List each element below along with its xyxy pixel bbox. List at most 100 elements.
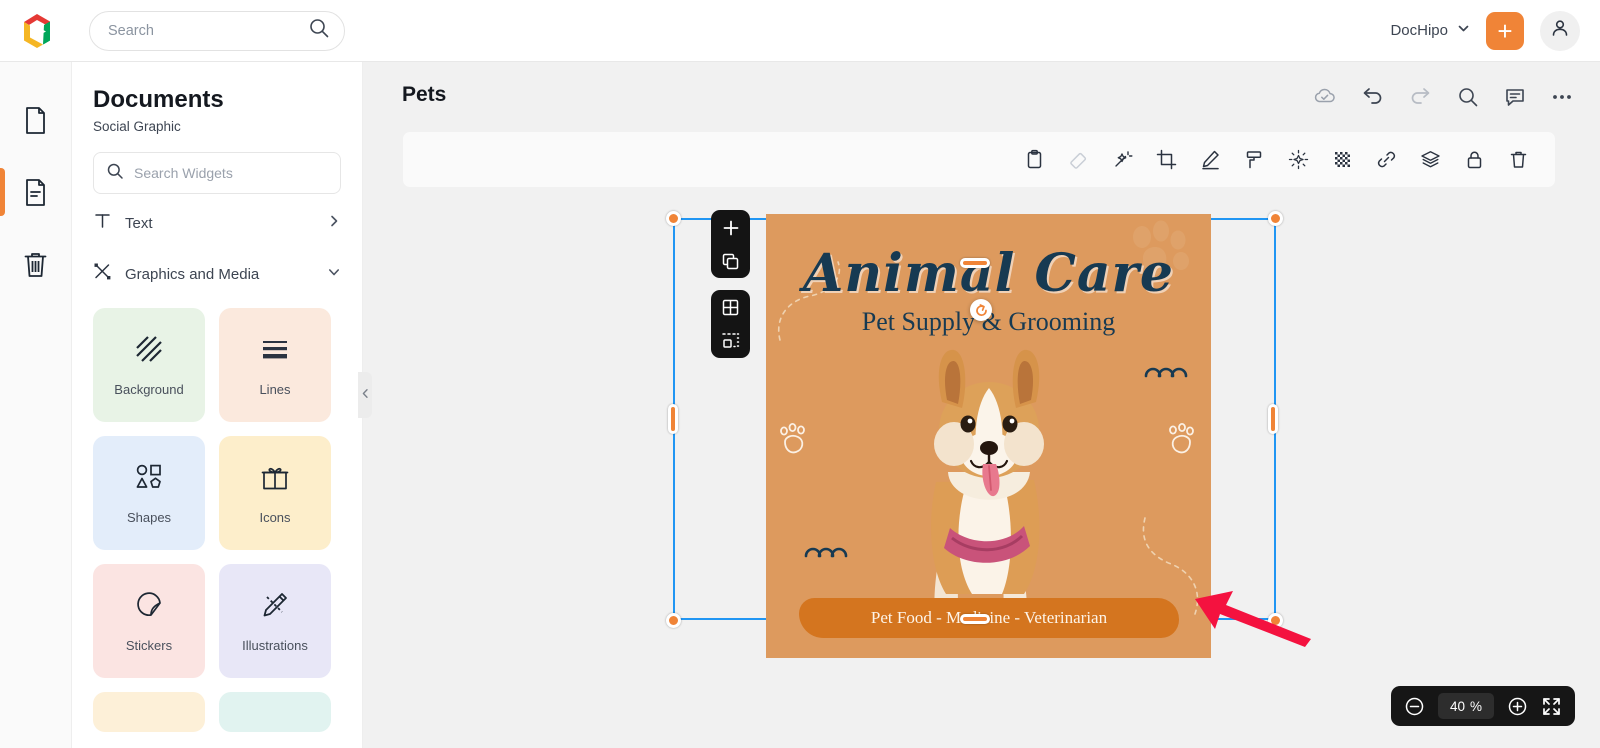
widget-card-background[interactable]: Background (93, 308, 205, 422)
left-icon-rail (0, 62, 72, 748)
brightness-icon[interactable] (1288, 149, 1309, 170)
panel-subtitle: Social Graphic (93, 119, 181, 134)
eraser-icon[interactable] (1068, 149, 1089, 170)
design-title: Animal Care (802, 243, 1175, 304)
design-artboard[interactable]: Animal Care Pet Supply & Grooming Pet Fo… (766, 214, 1211, 658)
comment-icon[interactable] (1503, 85, 1527, 109)
zoom-unit: % (1470, 698, 1483, 714)
paw-print-outline-left (780, 423, 805, 454)
handle-top-left[interactable] (666, 211, 681, 226)
magic-wand-icon[interactable] (1112, 149, 1133, 170)
widget-card-partial-1[interactable] (93, 692, 205, 732)
pencil-ruler-icon (260, 590, 290, 625)
widget-card-stickers[interactable]: Stickers (93, 564, 205, 678)
widget-card-label: Shapes (126, 509, 172, 525)
category-label: Graphics and Media (125, 265, 260, 283)
rail-item-trash[interactable] (0, 228, 72, 300)
top-bar: DocHipo + (0, 0, 1600, 62)
add-element-toolbar (711, 210, 750, 278)
widget-card-label: Icons (259, 509, 291, 525)
editor-header-actions (1312, 84, 1574, 109)
crop-icon[interactable] (1156, 149, 1177, 170)
account-button[interactable] (1540, 10, 1580, 51)
category-text[interactable]: Text (93, 201, 341, 245)
rotate-handle-icon[interactable] (970, 299, 992, 321)
widgets-panel: Documents Social Graphic Text (72, 62, 363, 748)
cloud-saved-icon[interactable] (1312, 84, 1337, 109)
zoom-control: 40 % (1391, 686, 1575, 726)
redo-icon[interactable] (1408, 84, 1433, 109)
handle-inner-center[interactable] (960, 258, 990, 268)
arc-decor-left (804, 547, 848, 558)
fullscreen-icon[interactable] (1541, 696, 1562, 717)
user-avatar-icon (1549, 17, 1571, 44)
text-t-icon (93, 211, 112, 235)
handle-middle-left[interactable] (668, 404, 678, 434)
graphics-media-icon (93, 262, 112, 286)
zoom-out-icon[interactable] (1404, 696, 1425, 717)
canvas-area: Pets Animal Care Pet Supply & Grooming P… (363, 62, 1600, 748)
chevron-down-icon (1457, 22, 1470, 39)
paw-print-outline-right (1169, 423, 1194, 454)
widget-card-label: Background (114, 381, 184, 397)
plus-icon[interactable] (721, 218, 741, 238)
layers-icon[interactable] (1420, 149, 1441, 170)
lines-icon (260, 334, 290, 369)
more-options-icon[interactable] (1550, 85, 1574, 109)
category-label: Text (125, 214, 153, 232)
corgi-dog-photo[interactable] (884, 332, 1094, 637)
widget-card-shapes[interactable]: Shapes (93, 436, 205, 550)
widget-card-label: Lines (259, 381, 291, 397)
gift-box-icon (260, 462, 290, 497)
dochipo-logo-icon[interactable] (17, 11, 57, 51)
grid-icon[interactable] (721, 298, 740, 317)
rail-item-my-designs[interactable] (0, 156, 72, 228)
search-input[interactable] (108, 22, 308, 39)
search-icon[interactable] (1456, 85, 1480, 109)
dochipo-editor: DocHipo + (0, 0, 1600, 748)
pen-edit-icon[interactable] (1200, 149, 1221, 170)
zoom-value-field[interactable]: 40 % (1438, 693, 1494, 719)
create-new-button[interactable]: + (1486, 11, 1524, 50)
clipboard-icon[interactable] (1024, 149, 1045, 170)
element-context-toolbar (403, 132, 1555, 187)
handle-bottom-center[interactable] (960, 614, 990, 624)
link-icon[interactable] (1376, 149, 1397, 170)
rail-item-documents[interactable] (0, 84, 72, 156)
handle-middle-right[interactable] (1268, 404, 1278, 434)
chevron-left-icon (361, 386, 370, 404)
zoom-in-icon[interactable] (1507, 696, 1528, 717)
paint-roller-icon[interactable] (1244, 149, 1265, 170)
handle-top-right[interactable] (1268, 211, 1283, 226)
handle-bottom-left[interactable] (666, 613, 681, 628)
diagonal-stripes-icon (134, 334, 164, 369)
widget-card-label: Illustrations (242, 637, 308, 653)
brand-label: DocHipo (1390, 22, 1448, 39)
global-search[interactable] (89, 10, 345, 51)
topbar-actions: DocHipo + (1390, 10, 1580, 51)
widget-card-lines[interactable]: Lines (219, 308, 331, 422)
brand-dropdown[interactable]: DocHipo (1390, 22, 1470, 39)
chevron-right-icon (327, 214, 341, 233)
widget-card-icons[interactable]: Icons (219, 436, 331, 550)
lock-icon[interactable] (1464, 149, 1485, 170)
undo-icon[interactable] (1360, 84, 1385, 109)
transparency-icon[interactable] (1332, 149, 1353, 170)
zoom-value: 40 (1449, 698, 1465, 714)
select-area-icon[interactable] (721, 331, 740, 350)
sticker-icon (134, 590, 164, 625)
widget-search[interactable] (93, 152, 341, 194)
document-title: Pets (402, 83, 447, 106)
search-widgets-input[interactable] (134, 165, 328, 181)
shapes-icon (133, 462, 165, 497)
panel-collapse-toggle[interactable] (358, 372, 372, 418)
arc-decor-right (1144, 367, 1188, 378)
widget-card-partial-2[interactable] (219, 692, 331, 732)
duplicate-icon[interactable] (721, 252, 740, 271)
search-icon (106, 162, 124, 185)
widget-card-label: Stickers (125, 637, 173, 653)
category-graphics-media[interactable]: Graphics and Media (93, 252, 341, 296)
page-title: Documents (93, 86, 224, 113)
delete-icon[interactable] (1508, 149, 1529, 170)
widget-card-illustrations[interactable]: Illustrations (219, 564, 331, 678)
